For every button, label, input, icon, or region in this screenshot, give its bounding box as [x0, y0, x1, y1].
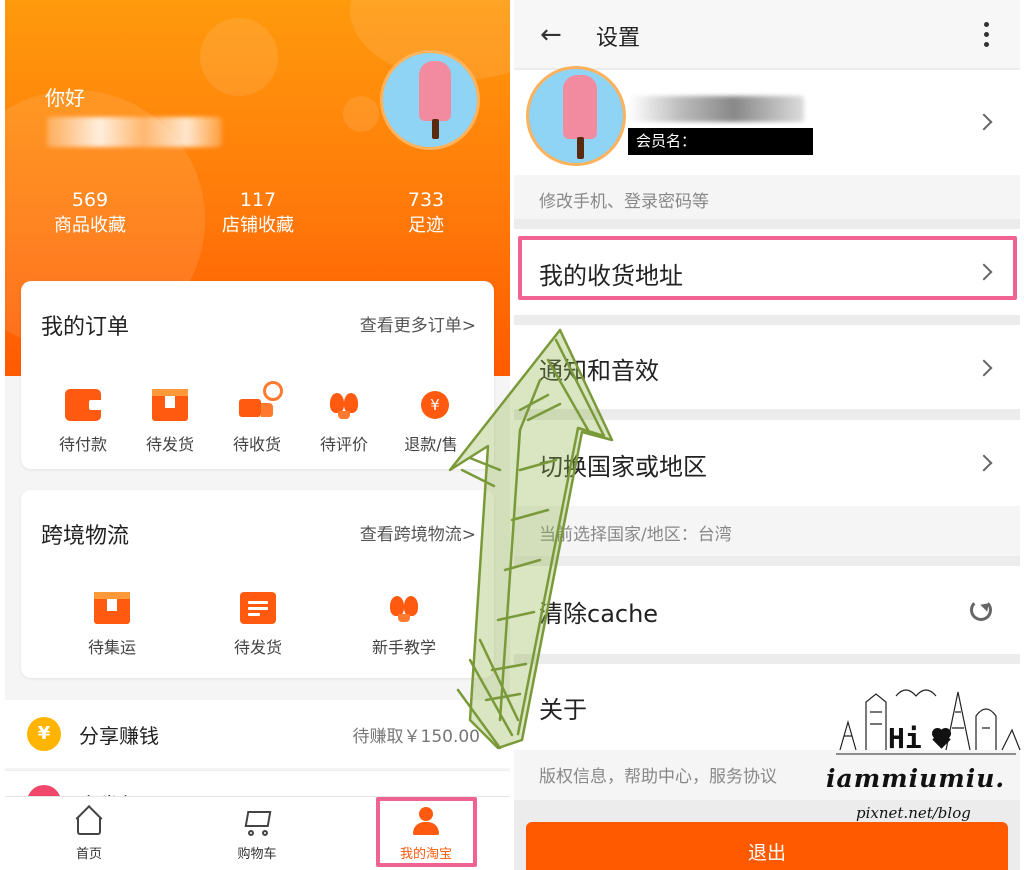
- cross-border-logistics-card: 跨境物流 查看跨境物流> 待集运 待发货 新手教学: [21, 490, 494, 678]
- blurred-username: [47, 117, 222, 147]
- package-icon: [152, 389, 188, 421]
- highlight-shipping-address: [518, 236, 1017, 300]
- order-refund[interactable]: ¥ 退款/售: [386, 389, 476, 455]
- more-menu-icon[interactable]: [984, 22, 990, 52]
- logistics-pending-consolidation[interactable]: 待集运: [67, 592, 157, 658]
- account-note: 修改手机、登录密码等: [514, 175, 1020, 219]
- chevron-right-icon: [975, 359, 993, 377]
- flower-icon: [386, 592, 422, 624]
- notification-sound-row[interactable]: 通知和音效: [514, 325, 1020, 409]
- stat-shop-favorites[interactable]: 117 店铺收藏: [213, 188, 303, 240]
- order-pending-receipt[interactable]: 待收货: [212, 381, 302, 455]
- refund-icon: ¥: [413, 389, 449, 421]
- wallet-icon: [65, 389, 101, 421]
- package-icon: [94, 592, 130, 624]
- region-note: 当前选择国家/地区：台湾: [514, 506, 1020, 556]
- orders-title: 我的订单: [41, 315, 130, 340]
- watermark-hi: Hi: [888, 722, 922, 755]
- page-title: 设置: [596, 26, 641, 51]
- share-earn-row[interactable]: ¥ 分享赚钱 待赚取￥150.00: [5, 700, 510, 768]
- order-pending-review[interactable]: 待评价: [299, 389, 389, 455]
- heart-icon: [930, 728, 952, 749]
- switch-region-row[interactable]: 切换国家或地区: [514, 420, 1020, 506]
- clear-cache-row[interactable]: 清除cache: [514, 566, 1020, 654]
- avatar[interactable]: [380, 50, 480, 150]
- blog-watermark: Hi iammiumiu. pixnet.net/blog: [826, 672, 1022, 862]
- greeting-text: 你好: [45, 86, 85, 110]
- orders-card: 我的订单 查看更多订单> 待付款 待发货 待收货 待评价 ¥ 退款/售: [21, 281, 494, 469]
- document-icon: [240, 592, 276, 624]
- highlight-my-taobao-tab: [376, 797, 477, 867]
- watermark-name: iammiumiu.: [826, 764, 1006, 793]
- member-name-label: 会员名：: [628, 128, 813, 155]
- app-bar: ← 设置: [514, 0, 1020, 68]
- blurred-nickname: [629, 96, 804, 122]
- cart-icon: [240, 805, 274, 837]
- avatar: [526, 66, 626, 166]
- order-pending-payment[interactable]: 待付款: [38, 389, 128, 455]
- logistics-tutorial[interactable]: 新手教学: [359, 592, 449, 658]
- view-more-logistics-link[interactable]: 查看跨境物流>: [360, 520, 476, 545]
- stat-favorites[interactable]: 569 商品收藏: [45, 188, 135, 240]
- back-arrow-icon[interactable]: ←: [540, 20, 562, 50]
- watermark-site: pixnet.net/blog: [856, 804, 971, 822]
- logistics-title: 跨境物流: [41, 524, 130, 549]
- order-pending-shipment[interactable]: 待发货: [125, 389, 215, 455]
- view-more-orders-link[interactable]: 查看更多订单>: [360, 311, 476, 336]
- tab-cart[interactable]: 购物车: [207, 805, 307, 862]
- chevron-right-icon: [975, 113, 993, 131]
- logistics-pending-shipment[interactable]: 待发货: [213, 592, 303, 658]
- home-icon: [72, 805, 106, 837]
- tab-home[interactable]: 首页: [39, 805, 139, 862]
- refresh-icon: [970, 599, 992, 621]
- taobao-profile-screen: 你好 569 商品收藏 117 店铺收藏 733 足迹 我的订单 查看更多订单>…: [5, 0, 510, 870]
- stat-footprints[interactable]: 733 足迹: [381, 188, 471, 240]
- truck-icon: [239, 381, 283, 421]
- landmarks-doodle: [836, 689, 1021, 755]
- flower-icon: [326, 389, 362, 421]
- chevron-right-icon: [975, 454, 993, 472]
- coin-icon: ¥: [27, 717, 61, 751]
